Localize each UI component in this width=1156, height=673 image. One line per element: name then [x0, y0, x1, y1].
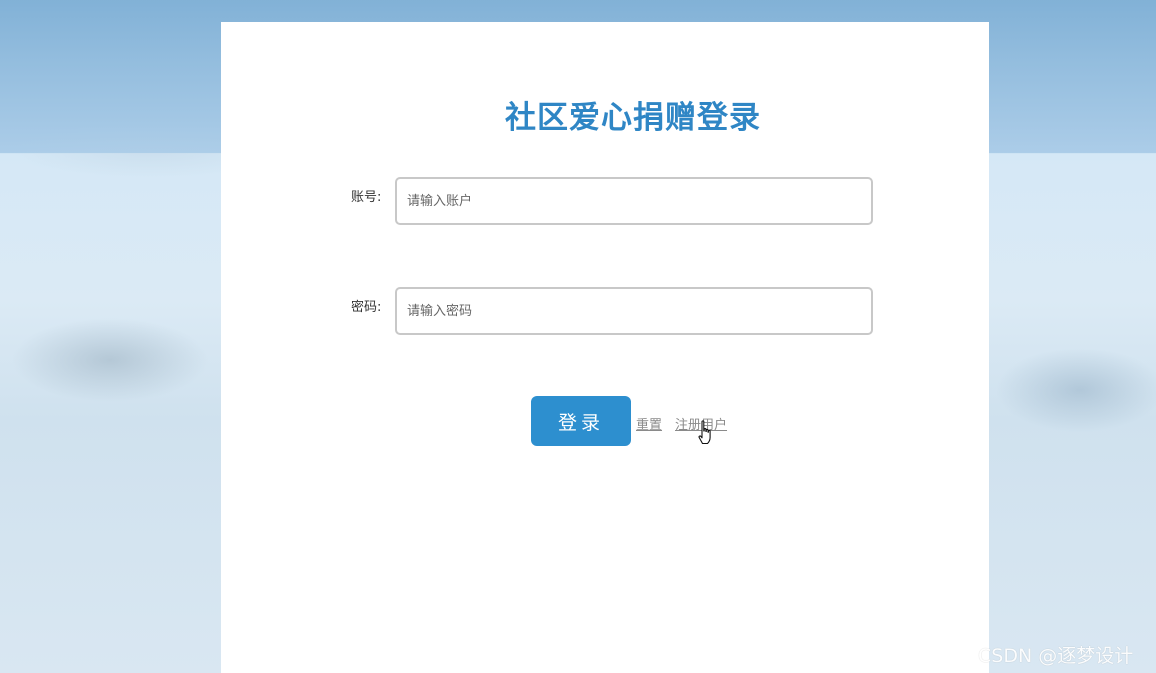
hand-pointer-icon [698, 420, 711, 445]
watermark-text: CSDN @逐梦设计 [978, 645, 1134, 667]
page-title: 社区爱心捐赠登录 [505, 100, 761, 136]
login-button[interactable]: 登录 [531, 396, 631, 446]
account-label: 账号: [351, 190, 382, 205]
reset-link[interactable]: 重置 [636, 414, 662, 433]
password-label: 密码: [351, 300, 382, 315]
account-input[interactable] [395, 177, 873, 225]
password-input[interactable] [395, 287, 873, 335]
